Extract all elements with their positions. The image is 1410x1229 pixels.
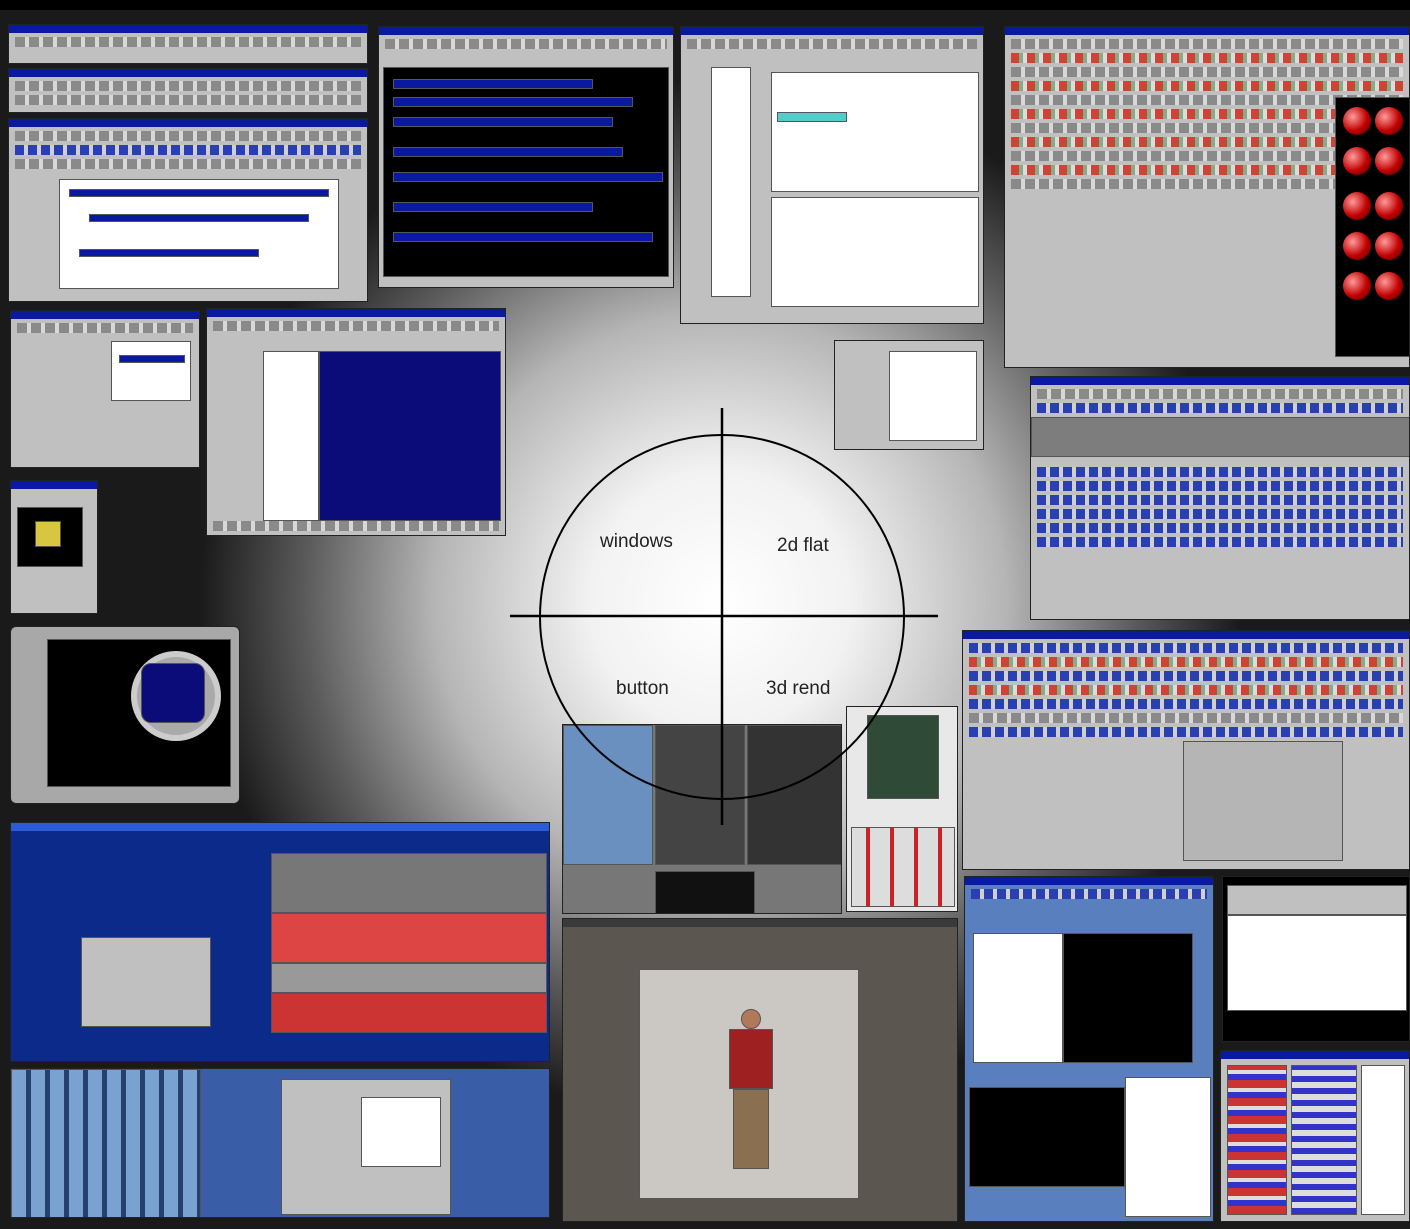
screenshot-tool-palette-window [10,310,200,468]
material-sphere-icon [1343,107,1371,135]
screenshot-icon-grid-window [962,630,1410,870]
quadrant-label-button: button [616,678,669,699]
screenshot-icon-bar-window [8,68,368,113]
screenshot-modeling-toolbar-window [1030,376,1410,620]
screenshot-file-browser-window [964,876,1214,1222]
screenshot-icon-palette-window [1220,1050,1410,1222]
screenshot-character-viewer-window [562,918,958,1222]
screenshot-dialog-stack-window [8,118,368,302]
screenshot-navy-viewport-window [206,308,506,536]
screenshot-list-dialog-window [680,26,984,324]
quadrant-label-3d-rend: 3d rend [766,678,831,699]
screenshot-small-dialog-window [834,340,984,450]
screenshot-preview-window [10,480,98,614]
screenshot-white-panel-window [1222,876,1410,1042]
screenshot-property-list-window [378,26,674,288]
screenshot-media-player-window [10,626,240,804]
screenshot-toolbar-window [8,24,368,64]
quadrant-label-2d-flat: 2d flat [777,535,829,556]
screenshot-device-panel-window [846,706,958,912]
screenshot-3d-app-window [1004,26,1410,368]
screenshot-mixer-window [10,1068,550,1218]
top-border [0,0,1410,10]
screenshot-music-rack-window [10,822,550,1062]
quadrant-label-windows: windows [600,531,673,552]
screenshot-3d-viewports-window [562,724,842,914]
